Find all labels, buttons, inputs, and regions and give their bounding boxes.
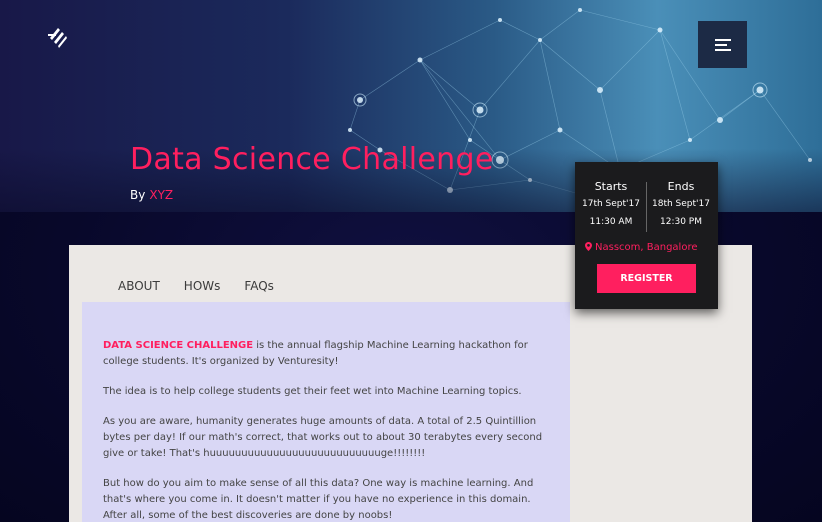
map-pin-icon <box>585 242 592 251</box>
start-column: Starts 17th Sept'17 11:30 AM <box>576 180 646 227</box>
page-title: Data Science Challenge <box>130 142 494 177</box>
byline: By XYZ <box>130 188 173 202</box>
about-paragraph: But how do you aim to make sense of all … <box>103 478 534 521</box>
tab-about[interactable]: ABOUT <box>118 279 160 293</box>
tab-hows[interactable]: HOWs <box>184 279 221 293</box>
hamburger-menu-icon[interactable] <box>698 21 747 68</box>
about-paragraph: DATA SCIENCE CHALLENGE is the annual fla… <box>103 338 549 370</box>
venue-text: Nasscom, Bangalore <box>595 242 698 253</box>
start-time: 11:30 AM <box>589 217 633 227</box>
about-paragraph: The idea is to help college students get… <box>103 386 522 397</box>
section-tabs: ABOUT HOWs FAQs <box>118 279 298 293</box>
tab-faqs[interactable]: FAQs <box>244 279 274 293</box>
highlight-text: DATA SCIENCE CHALLENGE <box>103 340 254 351</box>
by-label: By <box>130 188 146 202</box>
start-date: 17th Sept'17 <box>582 199 640 209</box>
register-button[interactable]: REGISTER <box>597 264 696 293</box>
venue: Nasscom, Bangalore <box>585 242 698 253</box>
end-date: 18th Sept'17 <box>652 199 710 209</box>
ends-label: Ends <box>667 180 695 193</box>
end-column: Ends 18th Sept'17 12:30 PM <box>646 180 716 227</box>
brand-logo-icon[interactable] <box>48 24 68 48</box>
about-paragraph: As you are aware, humanity generates hug… <box>103 416 543 459</box>
end-time: 12:30 PM <box>660 217 702 227</box>
event-info-card: Starts 17th Sept'17 11:30 AM Ends 18th S… <box>575 162 718 309</box>
starts-label: Starts <box>594 180 628 193</box>
about-panel: DATA SCIENCE CHALLENGE is the annual fla… <box>82 302 570 522</box>
organizer-link[interactable]: XYZ <box>149 188 173 202</box>
